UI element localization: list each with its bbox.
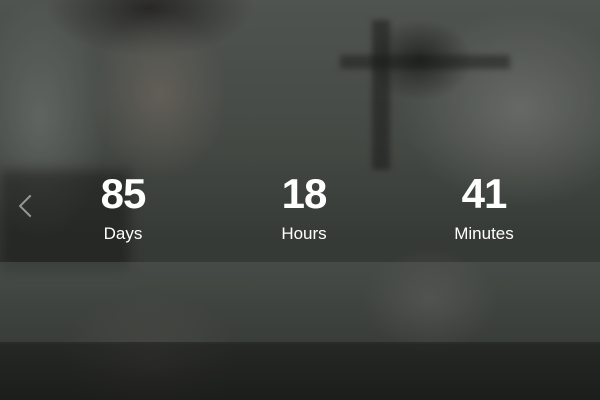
countdown-slide: 85 Days 18 Hours 41 Minutes (0, 0, 600, 400)
minutes-value: 41 (461, 170, 508, 217)
countdown-days: 85 Days (63, 170, 183, 245)
background-photo-shelf (0, 342, 600, 400)
hours-value: 18 (281, 170, 328, 217)
chevron-left-icon (18, 194, 42, 218)
days-value: 85 (100, 170, 147, 217)
days-label: Days (103, 224, 143, 243)
background-photo-bar (340, 55, 510, 69)
countdown-hours: 18 Hours (244, 170, 364, 245)
hours-label: Hours (281, 224, 327, 243)
background-photo-band (0, 262, 600, 344)
previous-slide-button[interactable] (12, 186, 42, 226)
background-photo-post (372, 20, 390, 170)
minutes-label: Minutes (454, 224, 514, 243)
countdown-minutes: 41 Minutes (424, 170, 544, 245)
